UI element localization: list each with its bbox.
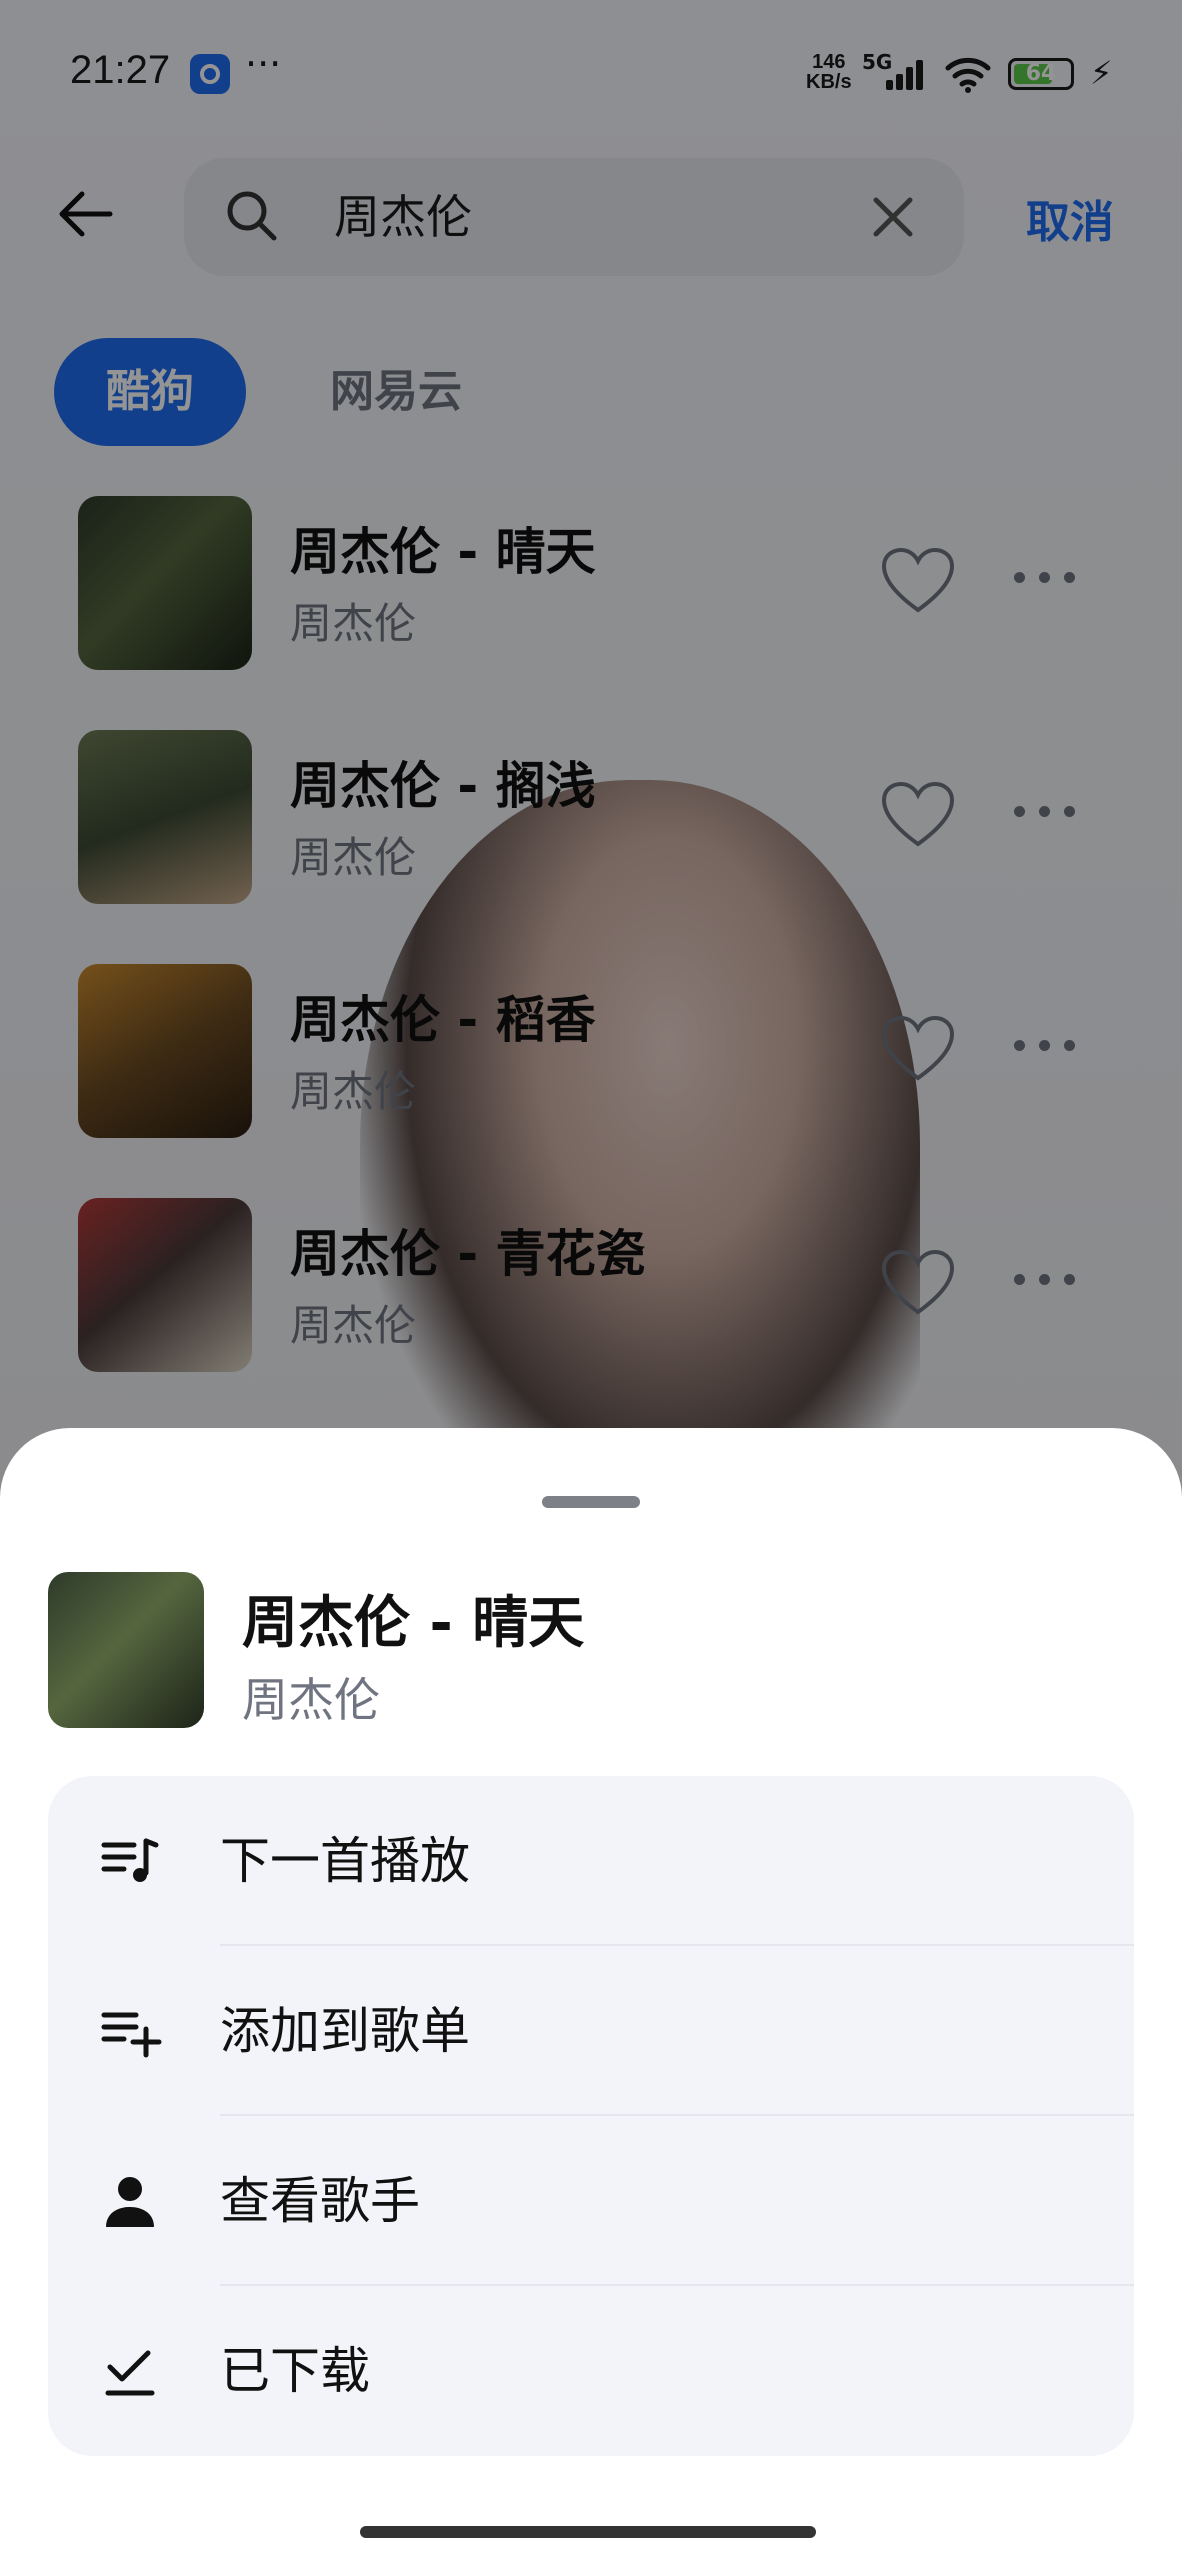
person-icon	[106, 2177, 154, 2227]
home-indicator[interactable]	[360, 2526, 816, 2538]
menu-item-label: 查看歌手	[220, 2172, 420, 2230]
sheet-drag-handle[interactable]	[542, 1496, 640, 1508]
sheet-album-cover	[48, 1572, 204, 1728]
downloaded-check-icon	[105, 2350, 155, 2396]
sheet-song-artist: 周杰伦	[242, 1673, 380, 1727]
menu-item-label: 已下载	[220, 2342, 370, 2400]
menu-item-play-next[interactable]: 下一首播放	[48, 1776, 1134, 1946]
menu-item-add-to-playlist[interactable]: 添加到歌单	[48, 1946, 1134, 2116]
play-next-icon	[101, 1838, 159, 1882]
song-actions-sheet: 周杰伦 - 晴天 周杰伦 下一首播放 添加到歌单 查看歌手 已下载	[0, 1428, 1182, 2560]
add-to-playlist-icon	[101, 2012, 162, 2058]
menu-item-label: 添加到歌单	[220, 2002, 470, 2060]
menu-item-downloaded[interactable]: 已下载	[48, 2286, 1134, 2456]
menu-item-view-artist[interactable]: 查看歌手	[48, 2116, 1134, 2286]
action-menu: 下一首播放 添加到歌单 查看歌手 已下载	[48, 1776, 1134, 2456]
search-results-screen: 21:27 ··· 146 KB/s 5G 64 ⚡ 周杰伦 取消 酷狗 网易云…	[0, 0, 1182, 2560]
sheet-song-title: 周杰伦 - 晴天	[242, 1591, 585, 1656]
menu-item-label: 下一首播放	[220, 1832, 470, 1890]
